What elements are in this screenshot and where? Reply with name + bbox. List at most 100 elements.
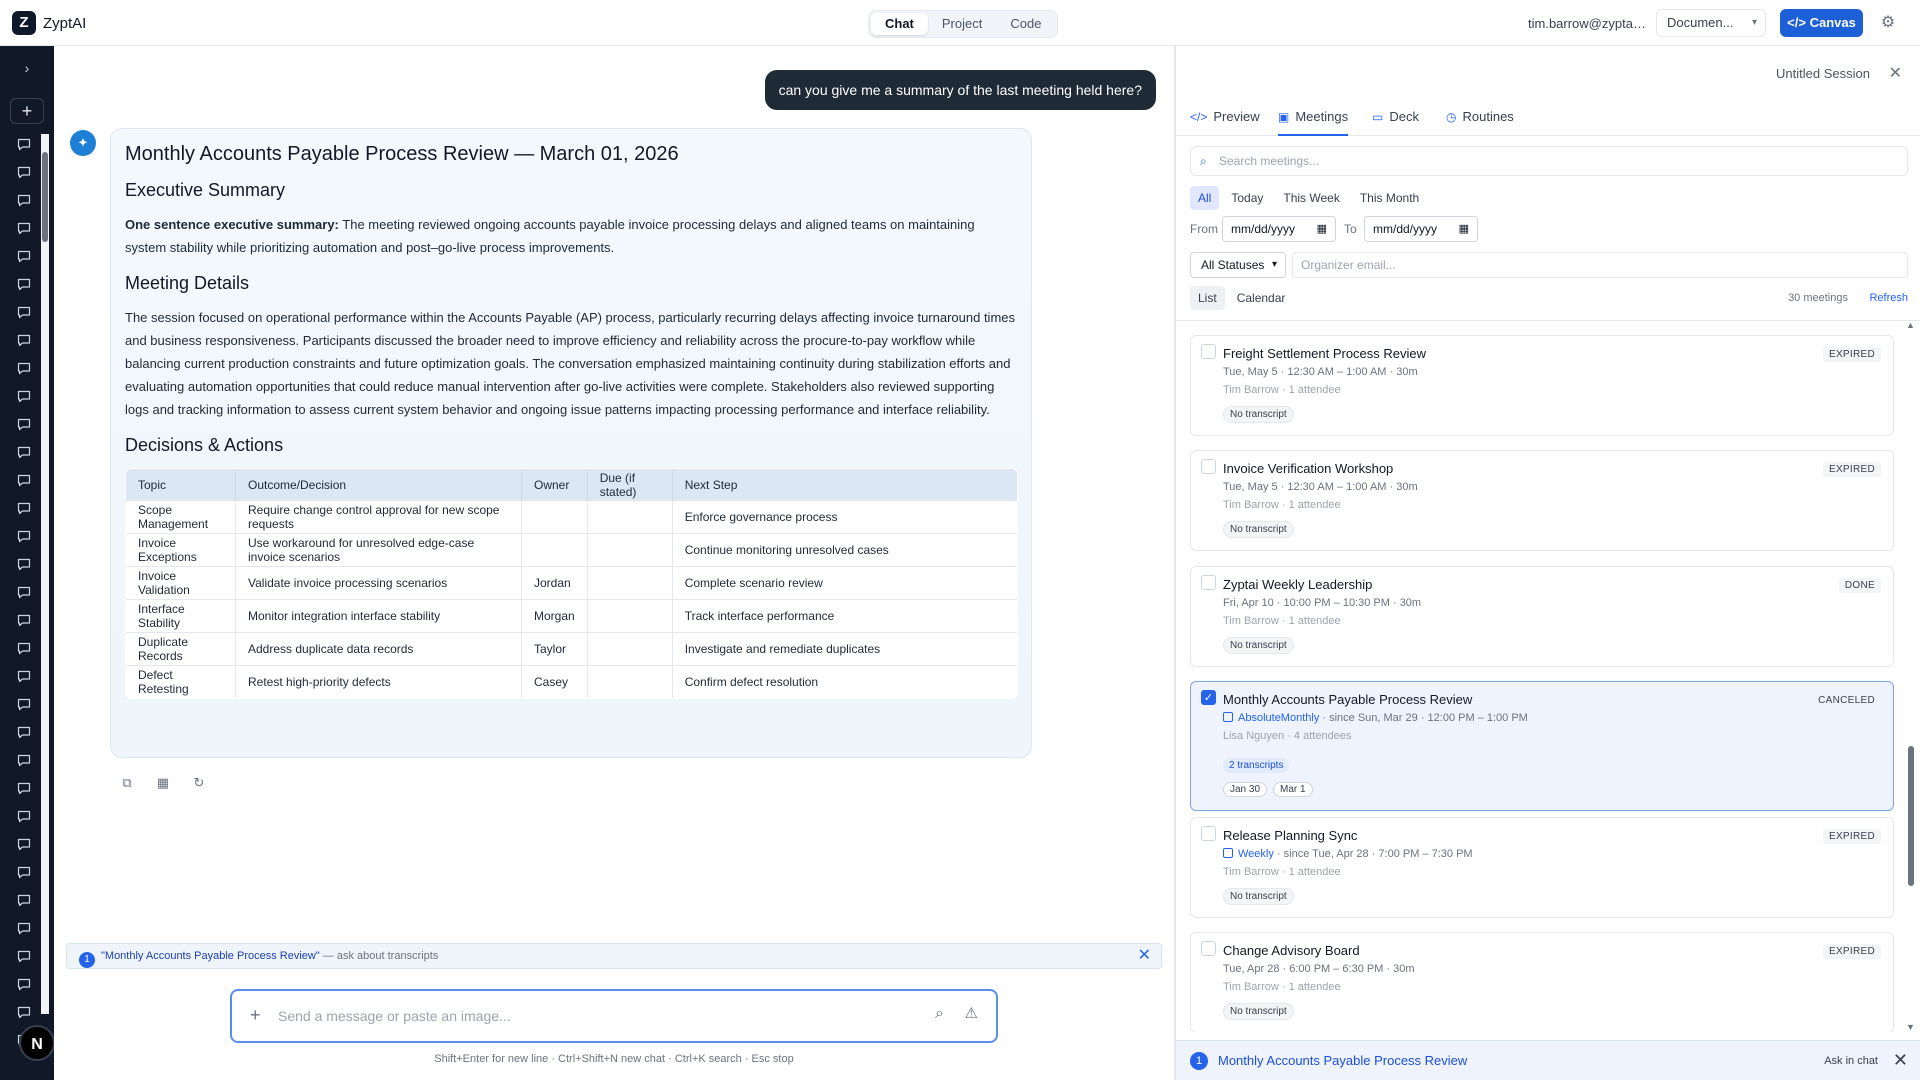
- close-icon[interactable]: ✕: [1889, 63, 1902, 83]
- meeting-checkbox[interactable]: [1201, 941, 1216, 956]
- mode-chat[interactable]: Chat: [871, 13, 928, 35]
- calendar-icon[interactable]: ▦: [1459, 217, 1469, 241]
- meeting-card[interactable]: ✓ Monthly Accounts Payable Process Review…: [1190, 681, 1894, 811]
- chat-bubble-icon[interactable]: [17, 754, 33, 768]
- scrollbar-thumb[interactable]: [1908, 746, 1914, 886]
- chat-bubble-icon[interactable]: [17, 838, 33, 852]
- scroll-down-icon[interactable]: ▼: [1906, 1022, 1915, 1032]
- mode-project[interactable]: Project: [928, 13, 996, 35]
- meeting-card[interactable]: Invoice Verification Workshop EXPIRED Tue,…: [1190, 450, 1894, 551]
- chat-bubble-icon[interactable]: [17, 194, 33, 208]
- meeting-card[interactable]: Zyptai Weekly Leadership DONE Fri, Apr 10 …: [1190, 566, 1894, 667]
- chat-bubble-icon[interactable]: [17, 166, 33, 180]
- chat-bubble-icon[interactable]: [17, 782, 33, 796]
- view-calendar[interactable]: Calendar: [1229, 286, 1294, 310]
- to-date-input[interactable]: mm/dd/yyyy ▦: [1364, 216, 1478, 242]
- chat-bubble-icon[interactable]: [17, 670, 33, 684]
- canvas-button[interactable]: </> Canvas: [1780, 9, 1863, 37]
- meeting-checkbox[interactable]: [1201, 826, 1216, 841]
- mode-code[interactable]: Code: [996, 13, 1055, 35]
- meeting-checkbox[interactable]: [1201, 575, 1216, 590]
- filter-today[interactable]: Today: [1223, 186, 1271, 210]
- tab-routines[interactable]: ◷ Routines: [1446, 102, 1514, 136]
- chat-bubble-icon[interactable]: [17, 698, 33, 712]
- chat-bubble-icon[interactable]: [17, 222, 33, 236]
- filter-all[interactable]: All: [1190, 186, 1220, 210]
- close-icon[interactable]: ✕: [1893, 1050, 1908, 1071]
- chat-bubble-icon[interactable]: [17, 446, 33, 460]
- meeting-card[interactable]: Change Advisory Board EXPIRED Tue, Apr 28 …: [1190, 932, 1894, 1032]
- calendar-icon[interactable]: ▦: [1317, 217, 1327, 241]
- new-chat-button[interactable]: +: [10, 98, 44, 124]
- chat-bubble-icon[interactable]: [17, 894, 33, 908]
- meetings-search-input[interactable]: ⌕ Search meetings...: [1190, 146, 1908, 176]
- refresh-button[interactable]: Refresh: [1869, 292, 1908, 304]
- chat-bubble-icon[interactable]: [17, 586, 33, 600]
- session-title[interactable]: Untitled Session: [1776, 66, 1870, 81]
- view-list[interactable]: List: [1190, 286, 1225, 310]
- chat-bubble-icon[interactable]: [17, 418, 33, 432]
- tab-routines-label: Routines: [1462, 109, 1514, 124]
- status-select[interactable]: All Statuses ▾: [1190, 252, 1286, 278]
- meeting-checkbox[interactable]: ✓: [1201, 690, 1216, 705]
- scroll-up-icon[interactable]: ▲: [1906, 320, 1915, 330]
- recurrence-link[interactable]: Weekly: [1223, 848, 1274, 860]
- chat-bubble-icon[interactable]: [17, 250, 33, 264]
- meetings-scrollbar[interactable]: ▲ ▼: [1906, 320, 1916, 1032]
- chat-bubble-icon[interactable]: [17, 726, 33, 740]
- chat-bubble-icon[interactable]: [17, 530, 33, 544]
- composer-placeholder[interactable]: Send a message or paste an image...: [278, 1008, 511, 1024]
- tab-preview[interactable]: </> Preview: [1190, 102, 1260, 136]
- warning-icon[interactable]: ⚠: [965, 1004, 978, 1022]
- sidebar-scrollbar[interactable]: [41, 134, 49, 1014]
- transcript-chip[interactable]: Mar 1: [1273, 782, 1313, 797]
- chat-bubble-icon[interactable]: [17, 502, 33, 516]
- chat-bubble-icon[interactable]: [17, 922, 33, 936]
- meeting-checkbox[interactable]: [1201, 459, 1216, 474]
- chat-bubble-icon[interactable]: [17, 306, 33, 320]
- table-icon[interactable]: ▦: [154, 774, 172, 792]
- filter-this-week[interactable]: This Week: [1275, 186, 1347, 210]
- chat-bubble-icon[interactable]: [17, 390, 33, 404]
- chat-bubble-icon[interactable]: [17, 978, 33, 992]
- recurrence-link[interactable]: AbsoluteMonthly: [1223, 712, 1319, 724]
- chat-bubble-icon[interactable]: [17, 866, 33, 880]
- filter-this-month[interactable]: This Month: [1352, 186, 1427, 210]
- chat-bubble-icon[interactable]: [17, 278, 33, 292]
- organizer-email-input[interactable]: Organizer email...: [1292, 252, 1908, 278]
- chat-bubble-icon[interactable]: [17, 810, 33, 824]
- chat-bubble-icon[interactable]: [17, 950, 33, 964]
- chevron-right-icon[interactable]: ›: [17, 58, 37, 78]
- transcript-badge[interactable]: 2 transcripts: [1223, 758, 1290, 773]
- document-select[interactable]: Documen... ▾: [1656, 9, 1766, 37]
- tab-meetings[interactable]: ▣ Meetings: [1278, 102, 1349, 136]
- paperclip-icon[interactable]: ⌕: [935, 1005, 944, 1023]
- chat-bubble-icon[interactable]: [17, 362, 33, 376]
- meeting-card[interactable]: Release Planning Sync EXPIRED Weekly · sin…: [1190, 817, 1894, 918]
- chat-bubble-icon[interactable]: [17, 1006, 33, 1020]
- scrollbar-thumb[interactable]: [42, 152, 48, 242]
- meeting-card[interactable]: Freight Settlement Process Review EXPIRED…: [1190, 335, 1894, 436]
- gear-icon[interactable]: ⚙: [1878, 13, 1898, 33]
- chat-bubble-icon[interactable]: [17, 614, 33, 628]
- message-composer[interactable]: + Send a message or paste an image... ⌕ …: [230, 989, 998, 1043]
- chat-bubble-icon[interactable]: [17, 642, 33, 656]
- clock-icon: ◷: [1446, 110, 1457, 124]
- from-date-input[interactable]: mm/dd/yyyy ▦: [1222, 216, 1336, 242]
- close-icon[interactable]: ✕: [1138, 944, 1151, 968]
- plus-icon[interactable]: +: [250, 1005, 261, 1026]
- meeting-checkbox[interactable]: [1201, 344, 1216, 359]
- chat-bubble-icon[interactable]: [17, 334, 33, 348]
- avatar[interactable]: N: [19, 1025, 55, 1061]
- ask-in-chat-button[interactable]: Ask in chat: [1824, 1055, 1878, 1067]
- regenerate-icon[interactable]: ↻: [190, 774, 208, 792]
- copy-icon[interactable]: ⧉: [118, 774, 136, 792]
- chat-bubble-icon[interactable]: [17, 138, 33, 152]
- context-meeting-name[interactable]: "Monthly Accounts Payable Process Review…: [101, 950, 320, 962]
- tab-deck[interactable]: ▭ Deck: [1372, 102, 1419, 136]
- chat-bubble-icon[interactable]: [17, 474, 33, 488]
- chat-bubble-icon[interactable]: [17, 558, 33, 572]
- transcript-chip[interactable]: Jan 30: [1223, 782, 1268, 797]
- meeting-when: Weekly · since Tue, Apr 28 · 7:00 PM – 7…: [1223, 848, 1473, 860]
- user-email[interactable]: tim.barrow@zyptai.c...: [1528, 16, 1648, 31]
